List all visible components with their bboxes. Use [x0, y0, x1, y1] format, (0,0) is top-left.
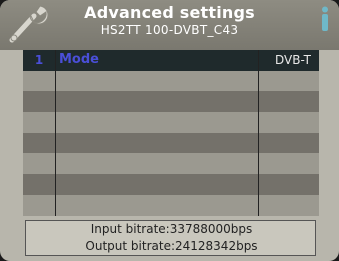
list-item	[23, 153, 319, 175]
row-label: Mode	[59, 52, 99, 67]
header-bar: Advanced settings HS2TT 100-DVBT_C43	[0, 0, 339, 50]
list-item	[23, 91, 319, 113]
row-index: 1	[34, 53, 44, 67]
settings-list: 1 Mode DVB-T	[23, 50, 319, 216]
list-item-mode[interactable]: 1 Mode DVB-T	[23, 50, 319, 71]
channel-subtitle: HS2TT 100-DVBT_C43	[100, 23, 239, 37]
list-item	[23, 194, 319, 216]
column-divider	[258, 50, 259, 216]
list-item	[23, 112, 319, 133]
bitrate-panel: Input bitrate:33788000bps Output bitrate…	[25, 220, 316, 256]
info-icon	[322, 6, 328, 31]
column-divider	[55, 50, 56, 216]
input-bitrate: Input bitrate:33788000bps	[90, 222, 253, 236]
output-bitrate: Output bitrate:24128342bps	[85, 239, 258, 253]
list-item	[23, 132, 319, 154]
row-value: DVB-T	[274, 53, 311, 67]
list-item	[23, 174, 319, 195]
page-title: Advanced settings	[84, 3, 255, 22]
list-item	[23, 70, 319, 92]
advanced-settings-screen: Advanced settings HS2TT 100-DVBT_C43 1 M…	[0, 0, 339, 261]
